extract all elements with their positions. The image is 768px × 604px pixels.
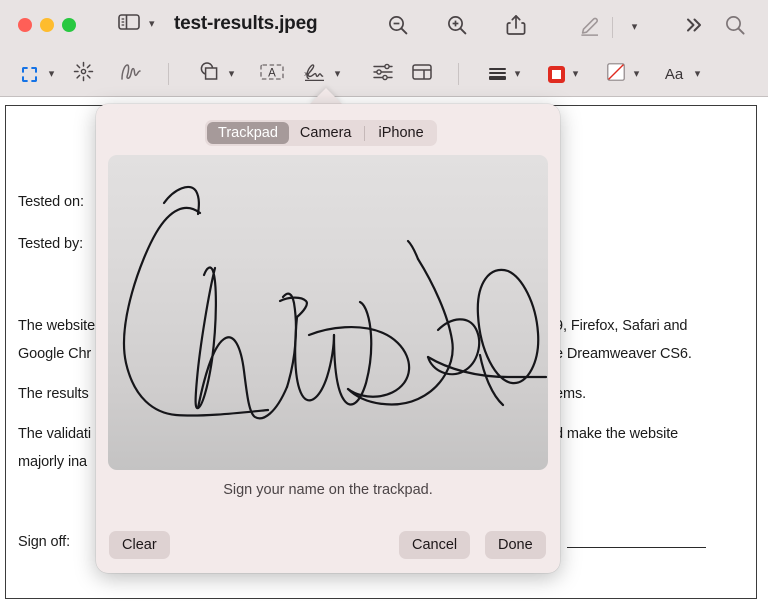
instant-alpha-button[interactable] xyxy=(70,60,96,88)
adjust-color-button[interactable] xyxy=(370,60,396,88)
overflow-button[interactable] xyxy=(680,13,708,41)
font-menu[interactable]: ▾ xyxy=(688,60,704,88)
window-titlebar: ▾ test-results.jpeg xyxy=(0,0,768,52)
preview-window: ▾ test-results.jpeg xyxy=(0,0,768,604)
signature-icon: x xyxy=(300,61,328,88)
doc-text-line: Tested on: xyxy=(18,194,84,210)
sparkle-icon xyxy=(73,61,94,87)
font-button[interactable]: Aa xyxy=(662,60,686,88)
shapes-tool-menu[interactable]: ▾ xyxy=(222,60,238,88)
close-button[interactable] xyxy=(18,18,32,32)
popover-pointer xyxy=(309,88,343,105)
text-box-icon: A xyxy=(259,62,285,87)
border-color-button[interactable] xyxy=(545,60,567,88)
svg-text:A: A xyxy=(268,67,276,79)
minimize-button[interactable] xyxy=(40,18,54,32)
doc-text-line: e Dreamweaver CS6. xyxy=(555,346,692,362)
titlebar-actions: ▾ xyxy=(380,13,758,43)
share-icon xyxy=(506,14,526,41)
double-chevron-right-icon xyxy=(683,15,705,40)
chevron-down-icon: ▾ xyxy=(515,69,521,80)
doc-text-line: Tested by: xyxy=(18,236,83,252)
maximize-button[interactable] xyxy=(62,18,76,32)
font-aa-icon: Aa xyxy=(665,66,683,83)
doc-text-line: d make the website xyxy=(555,426,678,442)
svg-text:x: x xyxy=(304,71,308,78)
chevron-down-icon: ▾ xyxy=(229,69,235,80)
tab-iphone[interactable]: iPhone xyxy=(367,122,434,144)
doc-text-line: The website xyxy=(18,318,95,334)
chevron-down-icon: ▾ xyxy=(49,69,55,80)
doc-text-line: majorly ina xyxy=(18,454,87,470)
signature-canvas[interactable] xyxy=(108,155,548,470)
markup-button[interactable] xyxy=(576,13,604,41)
red-square-icon xyxy=(548,66,565,83)
fill-color-menu[interactable]: ▾ xyxy=(627,60,643,88)
markup-toolbar: ▾ xyxy=(0,52,768,97)
chevron-down-icon: ▾ xyxy=(695,69,701,80)
tab-trackpad[interactable]: Trackpad xyxy=(207,122,289,144)
stroke-weight-button[interactable] xyxy=(486,60,508,88)
stroke-lines-icon xyxy=(489,68,506,79)
crop-resize-icon xyxy=(411,62,433,87)
border-color-menu[interactable]: ▾ xyxy=(566,60,582,88)
done-button[interactable]: Done xyxy=(485,531,546,559)
sidebar-toggle-button[interactable]: ▾ xyxy=(118,13,155,36)
text-tool-button[interactable]: A xyxy=(258,60,286,88)
share-button[interactable] xyxy=(502,13,530,41)
toolbar-separator xyxy=(458,63,459,85)
sign-tool-menu[interactable]: ▾ xyxy=(328,60,344,88)
handwritten-signature-drawing xyxy=(108,155,548,470)
signature-hint-text: Sign your name on the trackpad. xyxy=(96,482,560,498)
chevron-down-icon: ▾ xyxy=(632,22,638,33)
window-controls xyxy=(18,18,76,32)
tab-divider xyxy=(364,126,365,141)
magnifier-plus-icon xyxy=(446,14,468,41)
sliders-icon xyxy=(372,62,394,87)
shapes-tool-button[interactable] xyxy=(196,60,222,88)
window-title: test-results.jpeg xyxy=(174,13,317,35)
chevron-down-icon: ▾ xyxy=(634,69,640,80)
stroke-weight-menu[interactable]: ▾ xyxy=(508,60,524,88)
selection-tool-menu[interactable]: ▾ xyxy=(42,60,58,88)
clear-button[interactable]: Clear xyxy=(109,531,170,559)
signature-source-tabs: Trackpad Camera iPhone xyxy=(205,120,437,146)
signature-popover: Trackpad Camera iPhone xyxy=(96,104,560,573)
chevron-down-icon: ▾ xyxy=(335,69,341,80)
chevron-down-icon: ▾ xyxy=(149,19,155,30)
chevron-down-icon: ▾ xyxy=(573,69,579,80)
doc-text-line: The results xyxy=(18,386,89,402)
cancel-button[interactable]: Cancel xyxy=(399,531,470,559)
dashed-rectangle-icon xyxy=(22,67,37,82)
scribble-icon xyxy=(119,62,143,87)
zoom-out-button[interactable] xyxy=(384,13,412,41)
doc-text-line: 9, Firefox, Safari and xyxy=(555,318,687,334)
search-icon xyxy=(724,14,746,41)
doc-text-line: The validati xyxy=(18,426,91,442)
zoom-in-button[interactable] xyxy=(443,13,471,41)
toolbar-separator xyxy=(612,17,613,38)
doc-sign-off-label: Sign off: xyxy=(18,534,70,550)
sidebar-icon xyxy=(118,13,140,36)
magnifier-minus-icon xyxy=(387,14,409,41)
pencil-icon xyxy=(578,13,602,42)
signature-line xyxy=(567,547,706,548)
sketch-tool-button[interactable] xyxy=(118,60,144,88)
selection-tool-button[interactable] xyxy=(18,60,40,88)
search-button[interactable] xyxy=(721,13,749,41)
adjust-size-button[interactable] xyxy=(409,60,435,88)
fill-color-button[interactable] xyxy=(605,60,627,88)
markup-options-button[interactable]: ▾ xyxy=(619,13,647,41)
toolbar-separator xyxy=(168,63,169,85)
doc-text-line: Google Chr xyxy=(18,346,91,362)
tab-camera[interactable]: Camera xyxy=(289,122,363,144)
shapes-icon xyxy=(198,61,221,87)
no-fill-square-icon xyxy=(607,63,625,86)
sign-tool-button[interactable]: x xyxy=(300,60,328,88)
